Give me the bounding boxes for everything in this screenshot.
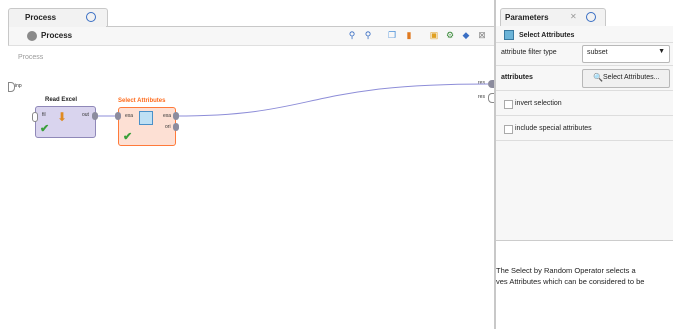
include-special-label: include special attributes: [515, 125, 592, 132]
operator-read-excel[interactable]: fil out ⬇ ✔: [35, 106, 96, 138]
select-attr-out-port-label: exa: [163, 113, 172, 119]
select-attributes-title: Select Attributes: [118, 98, 166, 104]
select-attributes-button[interactable]: 🔍 Select Attributes...: [582, 69, 670, 88]
filter-type-value: subset: [587, 49, 608, 56]
tab-parameters-label: Parameters: [505, 13, 549, 22]
help-text: The Select by Random Operator selects a …: [496, 265, 673, 287]
operator-name-label: Select Attributes: [519, 31, 575, 39]
divider: [496, 90, 673, 91]
parameters-operator-name: Select Attributes: [504, 30, 574, 40]
read-excel-in-port-label: fil: [42, 112, 46, 118]
filter-type-label: attribute filter type: [501, 49, 557, 56]
filter-type-select[interactable]: subset ▼: [582, 45, 670, 63]
success-check-icon: ✔: [123, 131, 133, 143]
read-excel-title: Read Excel: [45, 97, 78, 103]
operator-select-attributes[interactable]: exa exa ori ✔: [118, 107, 176, 146]
select-attr-ori-port[interactable]: [173, 123, 179, 131]
chevron-down-icon: ▼: [658, 48, 665, 55]
read-excel-in-port[interactable]: [32, 112, 38, 122]
include-special-checkbox[interactable]: [504, 125, 513, 134]
select-attributes-button-label: Select Attributes...: [603, 74, 660, 81]
close-icon[interactable]: ✕: [570, 12, 577, 21]
read-excel-out-port[interactable]: [92, 112, 98, 120]
help-line-1: The Select by Random Operator selects a: [496, 266, 636, 275]
divider: [496, 115, 673, 116]
invert-selection-checkbox[interactable]: [504, 100, 513, 109]
wire-select-to-output: [174, 83, 489, 117]
table-icon: [504, 30, 514, 40]
select-attr-in-port[interactable]: [115, 112, 121, 120]
read-excel-out-port-label: out: [82, 112, 89, 118]
divider: [496, 140, 673, 141]
invert-selection-label: invert selection: [515, 100, 562, 107]
select-attr-out-port[interactable]: [173, 112, 179, 120]
divider: [496, 42, 673, 43]
table-icon: [139, 111, 153, 125]
excel-import-icon: ⬇: [57, 110, 68, 124]
search-icon: 🔍: [593, 73, 603, 82]
success-check-icon: ✔: [40, 123, 50, 135]
divider: [496, 65, 673, 66]
select-attr-ori-port-label: ori: [165, 124, 171, 130]
attributes-label: attributes: [501, 74, 533, 81]
help-line-2: ves Attributes which can be considered t…: [496, 277, 645, 286]
tab-parameters[interactable]: Parameters ✕: [500, 8, 606, 27]
restore-icon[interactable]: [586, 12, 596, 22]
select-attr-in-port-label: exa: [125, 113, 134, 119]
